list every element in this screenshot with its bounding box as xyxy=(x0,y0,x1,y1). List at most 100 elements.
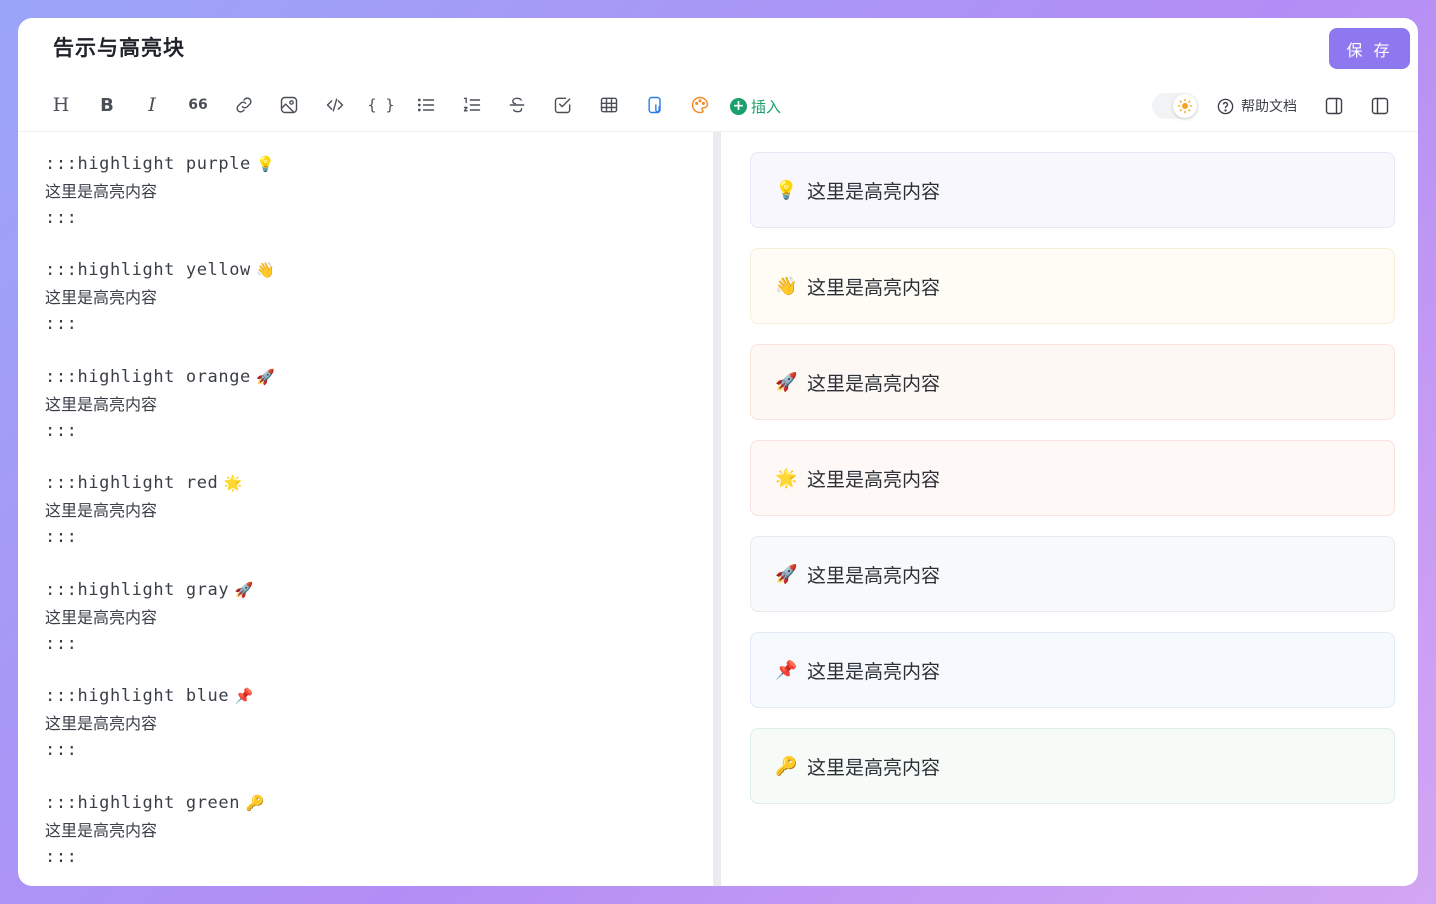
highlight-block-yellow: 👋 这里是高亮内容 xyxy=(750,248,1395,324)
md-body-line: 这里是高亮内容 xyxy=(45,395,158,414)
md-open-line: :::highlight green xyxy=(45,793,241,813)
italic-button[interactable]: I xyxy=(137,90,167,120)
ordered-list-icon xyxy=(463,97,481,112)
highlight-block-blue: 📌 这里是高亮内容 xyxy=(750,632,1395,708)
highlight-text: 这里是高亮内容 xyxy=(807,276,941,299)
copy-format-button[interactable] xyxy=(640,90,670,120)
title-bar: 告示与高亮块 保 存 xyxy=(18,18,1418,80)
insert-button[interactable]: + 插入 xyxy=(730,92,781,120)
color-palette-icon xyxy=(691,96,709,114)
md-open-line: :::highlight gray xyxy=(45,580,230,600)
image-icon xyxy=(280,96,298,114)
rocket-icon: 🚀 xyxy=(775,371,798,393)
highlight-block-orange: 🚀 这里是高亮内容 xyxy=(750,344,1395,420)
md-block-blue: :::highlight blue 📌 这里是高亮内容 ::: xyxy=(45,683,253,764)
image-button[interactable] xyxy=(274,90,304,120)
insert-label: 插入 xyxy=(751,97,782,116)
lightbulb-icon: 💡 xyxy=(256,155,275,173)
highlight-text: 这里是高亮内容 xyxy=(807,564,941,587)
md-open-line: :::highlight red xyxy=(45,473,219,493)
code-block-button[interactable]: { } xyxy=(366,90,396,120)
key-icon: 🔑 xyxy=(245,794,265,812)
bullet-list-button[interactable] xyxy=(411,90,441,120)
table-icon xyxy=(600,97,618,113)
markdown-editor[interactable]: :::highlight purple 💡 这里是高亮内容 ::: :::hig… xyxy=(18,132,713,886)
preview-pane: 💡 这里是高亮内容 👋 这里是高亮内容 🚀 这里是高亮内容 🌟 这里是高亮内容 … xyxy=(721,132,1418,886)
heading-icon: H xyxy=(52,94,70,116)
heading-button[interactable]: H xyxy=(46,90,76,120)
link-icon xyxy=(236,97,252,113)
rocket-icon: 🚀 xyxy=(234,581,254,599)
md-open-line: :::highlight orange xyxy=(45,367,251,387)
star-icon: 🌟 xyxy=(775,467,798,489)
quote-button[interactable]: 66 xyxy=(183,90,213,120)
highlight-block-red: 🌟 这里是高亮内容 xyxy=(750,440,1395,516)
code-inline-button[interactable] xyxy=(320,90,350,120)
md-block-gray: :::highlight gray 🚀 这里是高亮内容 ::: xyxy=(45,577,253,658)
md-body-line: 这里是高亮内容 xyxy=(45,182,158,201)
md-body-line: 这里是高亮内容 xyxy=(45,501,158,520)
md-block-red: :::highlight red 🌟 这里是高亮内容 ::: xyxy=(45,470,242,551)
ordered-list-button[interactable] xyxy=(457,90,487,120)
bold-button[interactable]: B xyxy=(92,90,122,120)
md-block-purple: :::highlight purple 💡 这里是高亮内容 ::: xyxy=(45,151,275,232)
md-close-line: ::: xyxy=(45,314,78,334)
editor-window: 告示与高亮块 保 存 H B I 66 { } + 插入 帮助文档:::hig… xyxy=(18,18,1418,886)
md-open-line: :::highlight blue xyxy=(45,686,230,706)
md-close-line: ::: xyxy=(45,208,78,228)
code-block-icon: { } xyxy=(367,96,395,114)
copy-format-icon xyxy=(648,96,661,114)
highlight-block-green: 🔑 这里是高亮内容 xyxy=(750,728,1395,804)
md-block-orange: :::highlight orange 🚀 这里是高亮内容 ::: xyxy=(45,364,275,445)
pushpin-icon: 📌 xyxy=(775,659,798,681)
help-label: 帮助文档 xyxy=(1241,99,1297,115)
md-open-line: :::highlight yellow xyxy=(45,260,251,280)
md-close-line: ::: xyxy=(45,527,78,547)
pane-divider-scrollbar[interactable] xyxy=(713,132,721,886)
bullet-list-icon xyxy=(417,98,435,112)
toggle-preview-button[interactable] xyxy=(1321,93,1347,119)
color-palette-button[interactable] xyxy=(685,90,715,120)
highlight-block-purple: 💡 这里是高亮内容 xyxy=(750,152,1395,228)
rocket-icon: 🚀 xyxy=(775,563,798,585)
waving-hand-icon: 👋 xyxy=(256,261,275,279)
md-close-line: ::: xyxy=(45,740,78,760)
md-body-line: 这里是高亮内容 xyxy=(45,821,158,840)
save-button[interactable]: 保 存 xyxy=(1329,28,1410,69)
highlight-text: 这里是高亮内容 xyxy=(807,660,941,683)
help-circle-icon xyxy=(1217,98,1234,114)
md-close-line: ::: xyxy=(45,421,78,441)
rocket-icon: 🚀 xyxy=(256,368,275,386)
table-button[interactable] xyxy=(594,90,624,120)
md-body-line: 这里是高亮内容 xyxy=(45,714,158,733)
toggle-editor-button[interactable] xyxy=(1367,93,1393,119)
md-open-line: :::highlight purple xyxy=(45,154,251,174)
star-icon: 🌟 xyxy=(223,474,243,492)
code-inline-icon xyxy=(326,98,344,112)
highlight-text: 这里是高亮内容 xyxy=(807,180,941,203)
md-close-line: ::: xyxy=(45,847,78,867)
waving-hand-icon: 👋 xyxy=(775,275,798,297)
help-docs-link[interactable]: 帮助文档 xyxy=(1216,94,1297,118)
italic-icon: I xyxy=(148,94,156,116)
md-close-line: ::: xyxy=(45,634,78,654)
md-body-line: 这里是高亮内容 xyxy=(45,608,158,627)
sun-icon xyxy=(1173,94,1197,118)
md-block-green: :::highlight green 🔑 这里是高亮内容 ::: xyxy=(45,790,264,871)
highlight-text: 这里是高亮内容 xyxy=(807,756,941,779)
toolbar: H B I 66 { } + 插入 帮助文档 xyxy=(18,80,1418,132)
plus-circle-icon: + xyxy=(730,97,747,115)
key-icon: 🔑 xyxy=(775,755,798,777)
quote-icon: 66 xyxy=(188,97,208,113)
bold-icon: B xyxy=(100,94,114,116)
md-block-yellow: :::highlight yellow 👋 这里是高亮内容 ::: xyxy=(45,257,275,338)
page-title: 告示与高亮块 xyxy=(53,36,185,60)
theme-toggle[interactable] xyxy=(1152,93,1198,119)
strikethrough-button[interactable] xyxy=(502,90,532,120)
task-list-button[interactable] xyxy=(548,90,578,120)
lightbulb-icon: 💡 xyxy=(775,179,798,201)
sidebar-left-icon xyxy=(1371,97,1389,115)
link-button[interactable] xyxy=(229,90,259,120)
highlight-text: 这里是高亮内容 xyxy=(807,372,941,395)
pushpin-icon: 📌 xyxy=(234,687,254,705)
